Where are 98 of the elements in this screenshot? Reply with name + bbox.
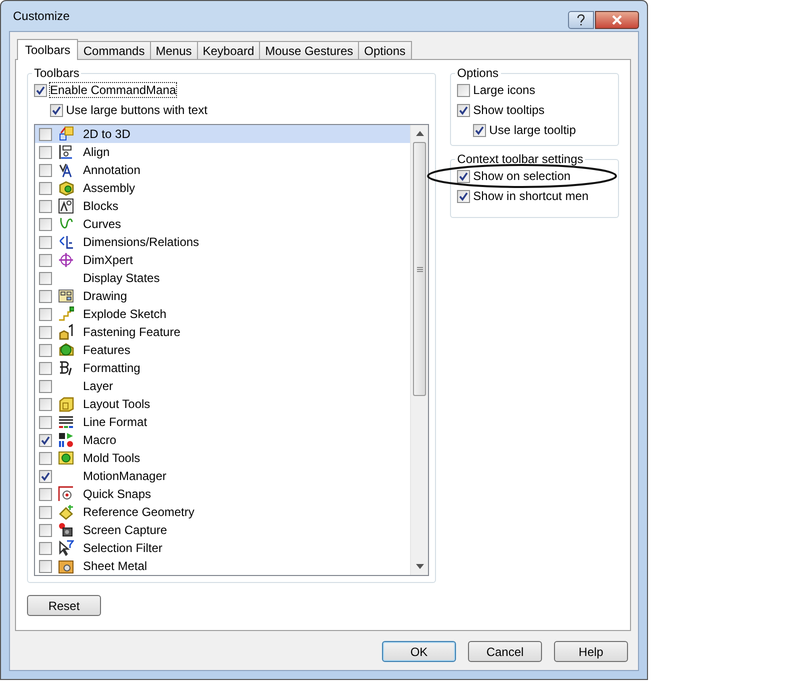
list-item[interactable]: Layer bbox=[35, 377, 410, 395]
lines-icon bbox=[58, 414, 74, 430]
list-item[interactable]: Mold Tools bbox=[35, 449, 410, 467]
checkbox[interactable] bbox=[39, 182, 52, 194]
ok-button[interactable]: OK bbox=[382, 641, 456, 662]
crosshair-icon bbox=[58, 252, 74, 268]
list-item[interactable]: Formatting bbox=[35, 359, 410, 377]
checkbox[interactable] bbox=[39, 380, 52, 392]
scroll-down-icon[interactable] bbox=[416, 564, 424, 569]
checkbox-label: Show on selection bbox=[473, 169, 571, 183]
letter-a-icon bbox=[58, 162, 74, 178]
checkbox[interactable] bbox=[39, 200, 52, 212]
layout-icon bbox=[58, 396, 74, 412]
boxes-icon bbox=[58, 126, 74, 142]
list-item[interactable]: Drawing bbox=[35, 287, 410, 305]
list-item[interactable]: Curves bbox=[35, 215, 410, 233]
list-item[interactable]: Sheet Metal bbox=[35, 557, 410, 575]
checkbox[interactable] bbox=[39, 398, 52, 410]
checkbox[interactable] bbox=[39, 218, 52, 230]
align-icon bbox=[58, 144, 74, 160]
list-item[interactable]: Macro bbox=[35, 431, 410, 449]
list-item[interactable]: Fastening Feature bbox=[35, 323, 410, 341]
checkbox[interactable] bbox=[457, 190, 470, 202]
checkbox[interactable] bbox=[457, 84, 470, 96]
block-icon bbox=[58, 198, 74, 214]
checkbox[interactable] bbox=[39, 434, 52, 446]
group-title: Toolbars bbox=[33, 66, 80, 80]
list-item[interactable]: Annotation bbox=[35, 161, 410, 179]
checkbox[interactable] bbox=[457, 104, 470, 116]
list-item[interactable]: Screen Capture bbox=[35, 521, 410, 539]
mold-icon bbox=[58, 450, 74, 466]
checkbox-label: Use large buttons with text bbox=[66, 103, 208, 117]
tab[interactable]: Options bbox=[358, 41, 412, 59]
list-item[interactable]: Selection Filter bbox=[35, 539, 410, 557]
tab[interactable]: Mouse Gestures bbox=[259, 41, 360, 59]
checkbox-label: Large icons bbox=[473, 83, 536, 97]
checkbox[interactable] bbox=[39, 488, 52, 500]
macro-icon bbox=[58, 432, 74, 448]
cancel-button[interactable]: Cancel bbox=[468, 641, 542, 662]
checkbox[interactable] bbox=[39, 326, 52, 338]
list-item[interactable]: Align bbox=[35, 143, 410, 161]
checkbox[interactable] bbox=[39, 452, 52, 464]
tab[interactable]: Menus bbox=[150, 41, 198, 59]
list-item[interactable]: 2D to 3D bbox=[35, 125, 410, 143]
checkbox[interactable] bbox=[39, 506, 52, 518]
checkbox[interactable] bbox=[39, 524, 52, 536]
checkbox-label: Show in shortcut men bbox=[473, 189, 589, 203]
checkbox[interactable] bbox=[39, 272, 52, 284]
checkbox[interactable] bbox=[39, 344, 52, 356]
list-item[interactable]: Features bbox=[35, 341, 410, 359]
camera-icon bbox=[58, 522, 74, 538]
tab[interactable]: Commands bbox=[77, 41, 151, 59]
checkbox[interactable] bbox=[39, 470, 52, 482]
checkbox-label: Use large tooltip bbox=[489, 123, 576, 137]
list-item[interactable]: Display States bbox=[35, 269, 410, 287]
target-icon bbox=[58, 486, 74, 502]
list-item[interactable]: Blocks bbox=[35, 197, 410, 215]
steps-icon bbox=[58, 306, 74, 322]
scroll-up-icon[interactable] bbox=[416, 131, 424, 136]
list-item[interactable]: Explode Sketch bbox=[35, 305, 410, 323]
list-item[interactable]: DimXpert bbox=[35, 251, 410, 269]
checkbox[interactable] bbox=[39, 164, 52, 176]
checkbox[interactable] bbox=[39, 308, 52, 320]
list-item[interactable]: MotionManager bbox=[35, 467, 410, 485]
list-item[interactable]: Quick Snaps bbox=[35, 485, 410, 503]
checkbox[interactable] bbox=[50, 104, 63, 116]
list-item[interactable]: Dimensions/Relations bbox=[35, 233, 410, 251]
list-item[interactable]: Line Format bbox=[35, 413, 410, 431]
checkbox-label: Show tooltips bbox=[473, 103, 545, 117]
window-title: Customize bbox=[12, 9, 70, 23]
scrollbar[interactable] bbox=[410, 125, 428, 575]
checkbox[interactable] bbox=[39, 254, 52, 266]
list-item[interactable]: Assembly bbox=[35, 179, 410, 197]
checkbox[interactable] bbox=[39, 128, 52, 140]
reset-button[interactable]: Reset bbox=[27, 595, 101, 616]
checkbox[interactable] bbox=[457, 170, 470, 182]
checkbox[interactable] bbox=[34, 84, 47, 96]
checkbox[interactable] bbox=[39, 362, 52, 374]
tab[interactable]: Keyboard bbox=[196, 41, 260, 59]
checkbox[interactable] bbox=[39, 290, 52, 302]
checkbox[interactable] bbox=[39, 560, 52, 572]
checkbox[interactable] bbox=[39, 236, 52, 248]
group-title: Context toolbar settings bbox=[456, 152, 584, 166]
checkbox-label: Enable CommandMana bbox=[50, 83, 176, 97]
checkbox[interactable] bbox=[39, 416, 52, 428]
bold-italic-icon bbox=[58, 360, 74, 376]
close-icon[interactable] bbox=[595, 11, 639, 29]
checkbox[interactable] bbox=[473, 124, 486, 136]
checkbox[interactable] bbox=[39, 146, 52, 158]
group-title: Options bbox=[456, 66, 500, 80]
tab[interactable]: Toolbars bbox=[17, 39, 78, 60]
list-item[interactable]: Layout Tools bbox=[35, 395, 410, 413]
grip-icon bbox=[416, 266, 423, 272]
help-icon[interactable] bbox=[568, 11, 594, 29]
list-item[interactable]: Reference Geometry bbox=[35, 503, 410, 521]
checkbox[interactable] bbox=[39, 542, 52, 554]
help-button[interactable]: Help bbox=[554, 641, 628, 662]
drawing-icon bbox=[58, 288, 74, 304]
